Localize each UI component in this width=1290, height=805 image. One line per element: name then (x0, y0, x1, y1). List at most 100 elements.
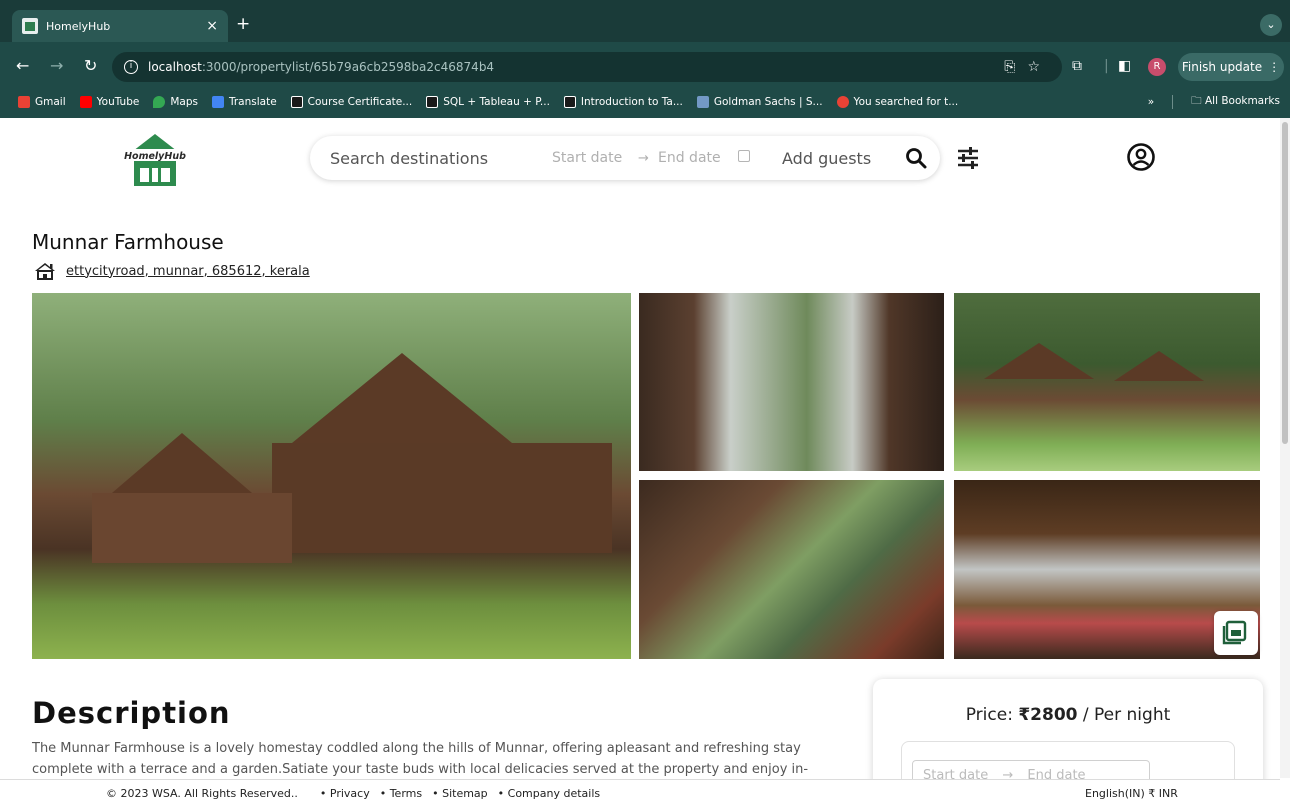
start-date-input[interactable]: Start date (552, 150, 622, 166)
price-suffix: / Per night (1077, 705, 1171, 725)
logo-text: HomelyHub (124, 151, 186, 162)
folder-icon: 🗀 (1191, 95, 1202, 107)
bookmarks-divider (1172, 95, 1174, 109)
bookmark-sql-tableau[interactable]: SQL + Tableau + P... (426, 96, 550, 108)
address-bar[interactable]: i localhost :3000/propertylist/65b79a6cb… (112, 52, 1062, 82)
scrollbar-thumb[interactable] (1282, 122, 1288, 444)
footer-link-sitemap[interactable]: • Sitemap (432, 787, 488, 800)
bookmark-maps[interactable]: Maps (153, 96, 198, 108)
all-bookmarks-label: All Bookmarks (1204, 95, 1280, 107)
page-footer: © 2023 WSA. All Rights Reserved.. • Priv… (0, 779, 1280, 805)
bookmark-you-searched[interactable]: You searched for t... (836, 96, 959, 108)
show-all-photos-button[interactable] (1214, 611, 1258, 655)
address-link[interactable]: ettycityroad, munnar, 685612, kerala (66, 264, 310, 279)
search-destinations-input[interactable]: Search destinations (330, 149, 488, 168)
bookmark-youtube[interactable]: YouTube (79, 96, 140, 108)
footer-link-company-details[interactable]: • Company details (498, 787, 600, 800)
search-bar[interactable]: Search destinations Start date → End dat… (310, 136, 940, 180)
finish-update-label: Finish update (1181, 60, 1263, 74)
gmail-icon (18, 96, 30, 108)
page-scrollbar[interactable] (1280, 118, 1290, 778)
user-account-icon[interactable] (1126, 142, 1156, 172)
maps-icon (153, 96, 166, 108)
filter-sliders-icon[interactable] (956, 146, 980, 170)
bookmark-goldman-sachs[interactable]: Goldman Sachs | S... (696, 96, 823, 108)
bookmark-label: Goldman Sachs | S... (713, 96, 823, 108)
add-guests-input[interactable]: Add guests (782, 149, 871, 168)
property-title: Munnar Farmhouse (32, 230, 224, 254)
bookmark-label: SQL + Tableau + P... (443, 96, 550, 108)
tab-close-icon[interactable]: × (206, 18, 218, 34)
checkmark-icon (426, 96, 439, 108)
house-body-shape (92, 493, 292, 563)
heart-icon (836, 96, 849, 108)
browser-chrome: HomelyHub × + ⌄ ← → ↻ i localhost :3000/… (0, 0, 1290, 118)
url-path: :3000/propertylist/65b79a6cb2598ba2c4687… (201, 60, 495, 74)
house-roof-shape (292, 353, 512, 443)
youtube-icon (79, 96, 92, 108)
house-roof-shape (112, 433, 252, 493)
browser-tab[interactable]: HomelyHub × (12, 10, 228, 42)
all-bookmarks[interactable]: 🗀 All Bookmarks (1191, 93, 1280, 111)
toolbar-divider: | (1104, 58, 1109, 74)
bookmark-course-certificate[interactable]: Course Certificate... (290, 96, 413, 108)
calendar-icon[interactable] (738, 150, 750, 162)
app-header: HomelyHub Search destinations Start date… (0, 118, 1280, 198)
property-photo-balcony[interactable] (639, 293, 944, 471)
favicon-icon (22, 18, 38, 34)
tab-strip: HomelyHub × + ⌄ (0, 0, 1290, 42)
site-info-icon[interactable]: i (124, 60, 138, 74)
browser-toolbar: ← → ↻ i localhost :3000/propertylist/65b… (0, 50, 1290, 84)
property-photo-main[interactable] (32, 293, 631, 659)
extensions-puzzle-icon[interactable]: ⧉ (1072, 58, 1082, 74)
bookmark-translate[interactable]: Translate (211, 96, 277, 108)
more-bookmarks-icon[interactable]: » (1148, 96, 1154, 108)
copyright-text: © 2023 WSA. All Rights Reserved.. (106, 787, 298, 800)
cast-icon[interactable]: ⎘ (1004, 59, 1015, 75)
description-heading: Description (32, 696, 231, 730)
date-range-arrow: → (638, 150, 649, 166)
goldman-sachs-icon (696, 96, 709, 108)
side-panel-icon[interactable]: ◧ (1118, 58, 1131, 74)
homelyhub-logo[interactable]: HomelyHub (118, 132, 192, 188)
bookmark-label: Introduction to Ta... (580, 96, 683, 108)
search-icon[interactable] (904, 146, 928, 170)
footer-link-terms[interactable]: • Terms (380, 787, 422, 800)
bookmark-label: YouTube (96, 96, 140, 108)
new-tab-button[interactable]: + (236, 14, 250, 34)
price-line: Price: ₹2800 / Per night (873, 705, 1263, 725)
bookmark-star-icon[interactable]: ☆ (1027, 59, 1040, 75)
translate-icon (211, 96, 224, 108)
bookmark-label: Translate (228, 96, 277, 108)
bookmark-introduction[interactable]: Introduction to Ta... (563, 96, 683, 108)
end-date-input[interactable]: End date (658, 150, 721, 166)
property-photo-living-room[interactable] (639, 480, 944, 659)
photo-gallery-icon (1222, 620, 1247, 645)
url-host: localhost (148, 60, 202, 74)
price-amount: ₹2800 (1018, 705, 1078, 725)
description-text: The Munnar Farmhouse is a lovely homesta… (32, 741, 809, 777)
profile-avatar[interactable]: R (1148, 58, 1166, 76)
property-photo-stilt-houses[interactable] (954, 293, 1260, 471)
finish-update-button[interactable]: Finish update ⋮ (1178, 53, 1284, 81)
kebab-menu-icon: ⋮ (1268, 60, 1281, 74)
property-address: ettycityroad, munnar, 685612, kerala (34, 262, 310, 280)
checkmark-icon (290, 96, 303, 108)
bookmark-label: Course Certificate... (307, 96, 413, 108)
house-body-shape (272, 443, 612, 553)
house-logo-icon: HomelyHub (120, 134, 190, 186)
bookmark-gmail[interactable]: Gmail (18, 96, 66, 108)
back-arrow-icon[interactable]: ← (16, 56, 29, 75)
locale-selector[interactable]: English(IN) ₹ INR (1085, 787, 1178, 800)
price-prefix: Price: (965, 705, 1019, 725)
checkmark-icon (563, 96, 576, 108)
house-roof-shape (1114, 351, 1204, 381)
tab-title: HomelyHub (46, 19, 111, 33)
bookmark-label: Gmail (35, 96, 66, 108)
tab-search-chevron-icon[interactable]: ⌄ (1260, 14, 1282, 36)
footer-link-privacy[interactable]: • Privacy (320, 787, 370, 800)
house-roof-shape (984, 343, 1094, 379)
reload-icon[interactable]: ↻ (84, 56, 97, 75)
bookmark-label: You searched for t... (853, 96, 959, 108)
forward-arrow-icon[interactable]: → (50, 56, 63, 75)
